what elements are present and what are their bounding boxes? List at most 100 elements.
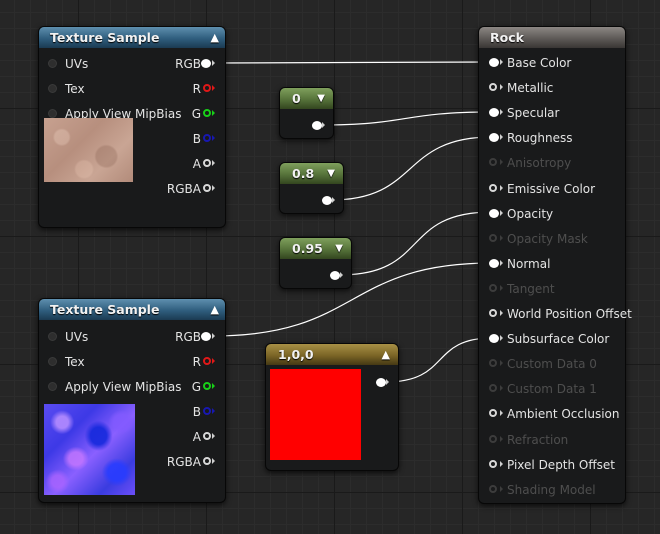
mipbias-pin-icon[interactable] [48, 109, 57, 118]
output-pin-b[interactable]: B [135, 404, 225, 420]
constant-header[interactable]: 0.8 ▼ [280, 163, 343, 184]
rgba-pin-icon[interactable] [203, 457, 211, 465]
material-pin-subsurface-color[interactable]: Subsurface Color [479, 331, 625, 347]
tex-pin-icon[interactable] [48, 357, 57, 366]
wire-0.8-to-roughness[interactable] [330, 136, 493, 201]
material-header[interactable]: Rock [479, 27, 625, 48]
pin-arrow-icon [500, 310, 503, 316]
custom-data-1-label: Custom Data 1 [507, 382, 597, 397]
wire-rgb-to-normal[interactable] [212, 262, 493, 337]
expand-chevron-icon[interactable]: ▼ [335, 238, 343, 259]
pin-arrow-icon [212, 185, 215, 191]
normal-pin-icon[interactable] [489, 258, 499, 268]
constant-node-opacity[interactable]: 0.95 ▼ [279, 237, 352, 289]
expand-chevron-icon[interactable]: ▼ [327, 163, 335, 184]
output-pin-r[interactable]: R [135, 81, 225, 97]
tangent-pin-icon [489, 283, 497, 292]
material-pin-roughness[interactable]: Roughness [479, 130, 625, 146]
output-pin-r[interactable]: R [135, 354, 225, 370]
vector-output-pin-icon[interactable] [376, 378, 386, 387]
uvs-label: UVs [65, 57, 89, 71]
g-pin-icon[interactable] [203, 382, 211, 390]
opacity-pin-icon[interactable] [489, 208, 499, 218]
roughness-pin-icon[interactable] [489, 133, 499, 143]
output-pin-rgba[interactable]: RGBA [135, 454, 225, 470]
material-pin-world-position-offset[interactable]: World Position Offset [479, 306, 632, 322]
expand-chevron-icon[interactable]: ▼ [317, 88, 325, 109]
vector-constant-node[interactable]: 1,0,0 ▲ [265, 343, 399, 471]
b-pin-icon[interactable] [203, 134, 211, 142]
ambient-occlusion-pin-icon[interactable] [489, 409, 497, 418]
rgb-pin-icon[interactable] [201, 59, 211, 68]
uvs-pin-icon[interactable] [48, 59, 57, 68]
anisotropy-label: Anisotropy [507, 156, 572, 171]
output-pin-rgb[interactable]: RGB [135, 329, 225, 345]
constant-output-pin-icon[interactable] [330, 271, 340, 280]
output-pin-g[interactable]: G [135, 106, 225, 122]
tex-pin-icon[interactable] [48, 84, 57, 93]
material-pin-pixel-depth-offset[interactable]: Pixel Depth Offset [479, 457, 625, 473]
output-pin-rgb[interactable]: RGB [135, 56, 225, 72]
anisotropy-pin-icon [489, 158, 497, 167]
emissive-color-pin-icon[interactable] [489, 183, 497, 192]
constant-header[interactable]: 0 ▼ [280, 88, 333, 109]
color-swatch[interactable] [270, 369, 361, 460]
metallic-pin-icon[interactable] [489, 83, 497, 92]
pixel-depth-offset-pin-icon[interactable] [489, 459, 497, 468]
metallic-label: Metallic [507, 81, 554, 96]
material-result-node[interactable]: Rock Base Color Metallic Specular Roughness… [478, 26, 632, 504]
output-pin-b[interactable]: B [135, 131, 225, 147]
constant-node-specular[interactable]: 0 ▼ [279, 87, 334, 139]
rgba-pin-icon[interactable] [203, 184, 211, 192]
specular-pin-icon[interactable] [489, 108, 499, 118]
g-pin-icon[interactable] [203, 109, 211, 117]
collapse-chevron-icon[interactable]: ▲ [211, 299, 219, 320]
b-pin-icon[interactable] [203, 407, 211, 415]
constant-output-pin-icon[interactable] [312, 121, 322, 130]
material-pin-base-color[interactable]: Base Color [479, 55, 625, 71]
collapse-chevron-icon[interactable]: ▲ [211, 27, 219, 48]
a-pin-icon[interactable] [203, 159, 211, 167]
output-pin-a[interactable]: A [135, 156, 225, 172]
r-pin-icon[interactable] [203, 84, 211, 92]
texture-sample-header-1[interactable]: Texture Sample ▲ [39, 27, 225, 48]
material-pin-specular[interactable]: Specular [479, 105, 625, 121]
material-pin-metallic[interactable]: Metallic [479, 80, 625, 96]
vector-constant-header[interactable]: 1,0,0 ▲ [266, 344, 398, 365]
a-label: A [192, 430, 201, 444]
rgb-pin-icon[interactable] [201, 332, 211, 341]
output-pin-g[interactable]: G [135, 379, 225, 395]
texture-sample-node-2[interactable]: Texture Sample ▲ UVs Tex Apply View MipB… [38, 298, 226, 503]
material-pin-emissive-color[interactable]: Emissive Color [479, 181, 625, 197]
mipbias-pin-icon[interactable] [48, 382, 57, 391]
wire-0-to-specular[interactable] [319, 111, 493, 126]
pin-arrow-icon [500, 59, 503, 65]
material-pin-opacity[interactable]: Opacity [479, 206, 625, 222]
rock-texture-thumbnail [44, 118, 133, 182]
material-pin-ambient-occlusion[interactable]: Ambient Occlusion [479, 406, 625, 422]
collapse-chevron-icon[interactable]: ▲ [382, 344, 390, 365]
texture-sample-header-2[interactable]: Texture Sample ▲ [39, 299, 225, 320]
r-pin-icon[interactable] [203, 357, 211, 365]
subsurface-color-pin-icon[interactable] [489, 334, 499, 344]
texture-sample-node-1[interactable]: Texture Sample ▲ UVs Tex Apply View MipB… [38, 26, 226, 228]
pin-arrow-icon [500, 335, 503, 342]
output-pin-a[interactable]: A [135, 429, 225, 445]
base-color-pin-icon[interactable] [489, 58, 499, 67]
material-pin-shading-model: Shading Model [479, 482, 625, 498]
uvs-pin-icon[interactable] [48, 332, 57, 341]
material-pin-normal[interactable]: Normal [479, 256, 625, 272]
output-pin-rgba[interactable]: RGBA [135, 181, 225, 197]
pin-arrow-icon [500, 360, 503, 367]
constant-header[interactable]: 0.95 ▼ [280, 238, 351, 259]
roughness-label: Roughness [507, 131, 573, 146]
wire-1,0,0-to-subsurface-color[interactable] [385, 337, 493, 383]
a-pin-icon[interactable] [203, 432, 211, 440]
wire-rgb-to-base-color[interactable] [212, 61, 493, 64]
constant-output-pin-icon[interactable] [322, 196, 332, 205]
wire-0.95-to-opacity[interactable] [338, 211, 493, 276]
pin-arrow-icon [500, 410, 503, 417]
world-position-offset-pin-icon[interactable] [489, 309, 497, 317]
custom-data-0-pin-icon [489, 359, 497, 368]
constant-node-roughness[interactable]: 0.8 ▼ [279, 162, 344, 214]
